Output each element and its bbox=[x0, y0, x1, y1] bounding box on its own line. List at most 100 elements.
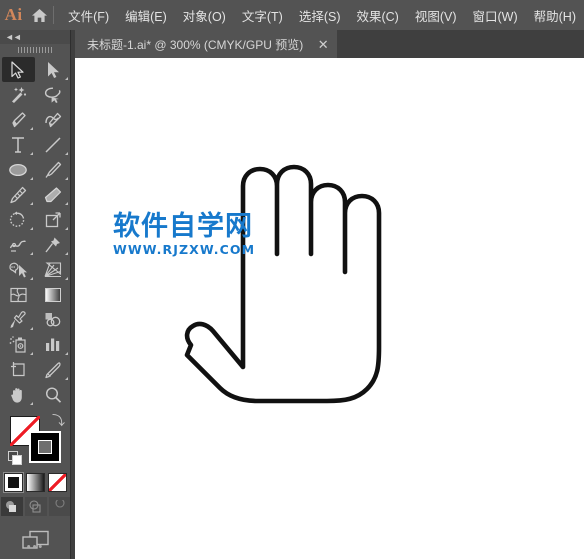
lasso-tool[interactable] bbox=[37, 82, 70, 107]
home-button[interactable] bbox=[27, 0, 51, 30]
rotate-icon bbox=[9, 211, 25, 227]
eyedropper-icon bbox=[10, 310, 26, 328]
magnifier-icon bbox=[45, 386, 62, 403]
menu-help[interactable]: 帮助(H) bbox=[526, 2, 584, 29]
arrow-solid-icon bbox=[11, 60, 24, 79]
draw-normal[interactable] bbox=[0, 497, 23, 516]
menu-window[interactable]: 窗口(W) bbox=[465, 2, 526, 29]
tools-panel-grip[interactable] bbox=[0, 44, 71, 56]
shaper-pencil-tool[interactable] bbox=[2, 182, 35, 207]
gradient-tool[interactable] bbox=[37, 282, 70, 307]
app-logo: Ai bbox=[0, 0, 27, 30]
paintbrush-icon bbox=[45, 161, 62, 178]
slice-knife-icon bbox=[45, 361, 61, 378]
scale-tool[interactable] bbox=[37, 207, 70, 232]
none-slash-icon bbox=[49, 474, 66, 491]
hand-icon bbox=[11, 387, 22, 403]
menu-select[interactable]: 选择(S) bbox=[291, 2, 349, 29]
menu-object[interactable]: 对象(O) bbox=[175, 2, 234, 29]
collapse-panel-icon[interactable]: ◄◄ bbox=[5, 32, 22, 42]
document-tab[interactable]: 未标题-1.ai* @ 300% (CMYK/GPU 预览) ✕ bbox=[75, 30, 338, 58]
free-transform-tool[interactable] bbox=[37, 232, 70, 257]
line-segment-tool[interactable] bbox=[37, 132, 70, 157]
curvature-tool[interactable] bbox=[37, 107, 70, 132]
tool-flyout-indicator bbox=[29, 327, 33, 330]
hand-tool[interactable] bbox=[2, 382, 35, 407]
edit-toolbar-button[interactable]: ••• bbox=[0, 542, 71, 553]
direct-selection-tool[interactable] bbox=[37, 57, 70, 82]
tool-flyout-indicator bbox=[29, 252, 33, 255]
tools-panel-header[interactable]: ◄◄ bbox=[0, 30, 71, 44]
tool-grid bbox=[0, 57, 71, 407]
scale-icon bbox=[45, 211, 61, 227]
menu-type[interactable]: 文字(T) bbox=[234, 2, 291, 29]
column-graph-tool[interactable] bbox=[37, 332, 70, 357]
color-mode-gradient[interactable] bbox=[26, 473, 45, 492]
pen-tool[interactable] bbox=[2, 107, 35, 132]
draw-inside-icon bbox=[54, 500, 65, 508]
width-warp-icon bbox=[9, 239, 26, 252]
color-mode-color[interactable] bbox=[3, 472, 24, 493]
symbol-sprayer-icon bbox=[9, 335, 26, 353]
slice-tool[interactable] bbox=[37, 357, 70, 382]
watermark-url: WWW.RJZXW.COM bbox=[113, 242, 256, 257]
tool-flyout-indicator bbox=[64, 377, 68, 380]
paintbrush-tool[interactable] bbox=[37, 157, 70, 182]
zoom-tool[interactable] bbox=[37, 382, 70, 407]
color-chip bbox=[8, 477, 19, 488]
grip-lines-icon bbox=[17, 47, 54, 53]
tool-flyout-indicator bbox=[64, 202, 68, 205]
hand-palm-outline[interactable] bbox=[75, 58, 584, 559]
tool-flyout-indicator bbox=[64, 252, 68, 255]
draw-normal-icon bbox=[5, 501, 16, 512]
tool-flyout-indicator bbox=[29, 227, 33, 230]
blend-icon bbox=[45, 313, 61, 327]
color-mode-none[interactable] bbox=[48, 473, 67, 492]
menu-file[interactable]: 文件(F) bbox=[60, 2, 117, 29]
app-logo-text: Ai bbox=[4, 5, 23, 24]
menu-effect[interactable]: 效果(C) bbox=[348, 2, 406, 29]
magic-wand-tool[interactable] bbox=[2, 82, 35, 107]
draw-inside[interactable] bbox=[48, 497, 71, 516]
symbol-sprayer-tool[interactable] bbox=[2, 332, 35, 357]
shape-builder-tool[interactable] bbox=[2, 257, 35, 282]
menu-bar: Ai 文件(F) 编辑(E) 对象(O) 文字(T) 选择(S) 效果(C) 视… bbox=[0, 0, 584, 30]
draw-behind-icon bbox=[28, 500, 41, 513]
artboard-tool[interactable] bbox=[2, 357, 35, 382]
tool-flyout-indicator bbox=[29, 127, 33, 130]
line-segment-icon bbox=[45, 136, 61, 153]
curvature-icon bbox=[45, 112, 62, 127]
ellipse-icon bbox=[9, 163, 27, 176]
type-tool[interactable] bbox=[2, 132, 35, 157]
blend-tool[interactable] bbox=[37, 307, 70, 332]
default-fill-stroke-icon[interactable] bbox=[8, 451, 23, 471]
arrow-hollow-icon bbox=[48, 61, 59, 78]
menu-view[interactable]: 视图(V) bbox=[407, 2, 465, 29]
menu-edit[interactable]: 编辑(E) bbox=[117, 2, 175, 29]
eyedropper-tool[interactable] bbox=[2, 307, 35, 332]
close-icon[interactable]: ✕ bbox=[315, 36, 331, 52]
tool-flyout-indicator bbox=[64, 227, 68, 230]
draw-behind[interactable] bbox=[24, 497, 47, 516]
ellipse-tool[interactable] bbox=[2, 157, 35, 182]
menu-separator bbox=[53, 6, 55, 24]
width-tool[interactable] bbox=[2, 232, 35, 257]
mesh-tool[interactable] bbox=[2, 282, 35, 307]
gradient-icon bbox=[45, 287, 61, 302]
tool-flyout-indicator bbox=[64, 277, 68, 280]
perspective-grid-icon bbox=[44, 261, 62, 277]
perspective-grid-tool[interactable] bbox=[37, 257, 70, 282]
document-canvas[interactable]: 软件自学网 WWW.RJZXW.COM bbox=[75, 58, 584, 559]
eraser-icon bbox=[44, 186, 62, 202]
default-swatch-icon bbox=[8, 451, 22, 465]
bar-chart-icon bbox=[46, 338, 60, 351]
fill-stroke-controls: ⤵ bbox=[0, 413, 71, 471]
rotate-tool[interactable] bbox=[2, 207, 35, 232]
document-tab-title: 未标题-1.ai* @ 300% (CMYK/GPU 预览) bbox=[87, 37, 304, 52]
selection-tool[interactable] bbox=[1, 57, 35, 82]
stroke-swatch[interactable] bbox=[29, 431, 61, 463]
illustrator-window: Ai 文件(F) 编辑(E) 对象(O) 文字(T) 选择(S) 效果(C) 视… bbox=[0, 0, 584, 559]
swap-fill-stroke-icon[interactable]: ⤵ bbox=[52, 414, 65, 427]
watermark: 软件自学网 WWW.RJZXW.COM bbox=[113, 213, 273, 257]
eraser-tool[interactable] bbox=[37, 182, 70, 207]
